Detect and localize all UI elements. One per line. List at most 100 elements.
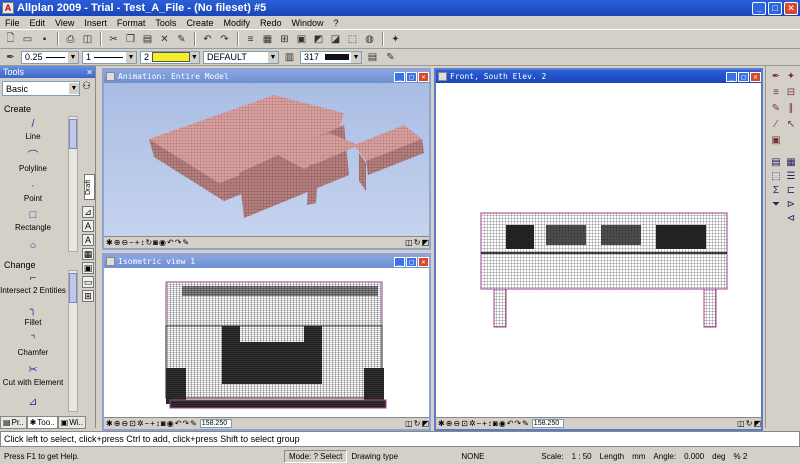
tab-tools[interactable]: ✱ Too..	[26, 416, 58, 429]
camera-icon[interactable]: ◙	[153, 238, 158, 247]
menu-view[interactable]: View	[50, 18, 79, 28]
zoom-out-icon[interactable]: ⊖	[121, 419, 128, 428]
forward-icon[interactable]: ↷	[175, 238, 182, 247]
window-minimize-button[interactable]: _	[726, 71, 737, 82]
isometric-window[interactable]: Isometric view 1 _ □ ✕ ✱ ⊕ ⊖ ⊡ ✲ − + ↕ ◙…	[102, 253, 431, 431]
palette-family-select[interactable]: Basic ▼	[2, 81, 80, 96]
brackets-icon[interactable]: ⊏	[784, 184, 798, 198]
angle-unit[interactable]: deg	[708, 452, 729, 461]
zoom-window-icon[interactable]: ⊡	[129, 419, 136, 428]
menu-format[interactable]: Format	[112, 18, 151, 28]
grid-tool-icon[interactable]: ⊞	[82, 290, 94, 302]
properties-icon[interactable]: ▣	[294, 32, 309, 47]
change-scrollbar[interactable]	[68, 270, 78, 412]
window-close-button[interactable]: ✕	[750, 71, 761, 82]
window-minimize-button[interactable]: _	[394, 256, 405, 267]
menu-tools[interactable]: Tools	[150, 18, 181, 28]
draft-tab[interactable]: Draft	[84, 174, 95, 200]
line-style-icon[interactable]: ⁄	[769, 118, 783, 132]
paste-icon[interactable]: ▤	[140, 32, 155, 47]
pan-icon[interactable]: ✱	[438, 419, 445, 428]
print-icon[interactable]: ⎙	[63, 32, 78, 47]
plus-icon[interactable]: +	[482, 419, 487, 428]
window-maximize-button[interactable]: □	[406, 71, 417, 82]
redo-icon[interactable]: ↷	[217, 32, 232, 47]
view-refresh-icon[interactable]: ↻	[414, 419, 421, 428]
angle-value[interactable]: 0.000	[680, 452, 708, 461]
zoom-window-icon[interactable]: ⊡	[461, 419, 468, 428]
pen-thickness-select[interactable]: 0.25 ▼	[21, 50, 79, 64]
hatch-icon[interactable]: ▥	[282, 50, 297, 65]
view-refresh-icon[interactable]: ↻	[746, 419, 753, 428]
triangle-tool[interactable]: ⊿	[0, 396, 66, 410]
window-minimize-button[interactable]: _	[394, 71, 405, 82]
zoom-in-icon[interactable]: ⊕	[114, 238, 121, 247]
minimize-button[interactable]: _	[752, 1, 766, 15]
zoom-icon[interactable]: −	[145, 419, 150, 428]
hatch-select[interactable]: 317 ▼	[300, 50, 362, 64]
select-icon[interactable]: ▤	[769, 156, 783, 170]
sum-icon[interactable]: Σ	[769, 184, 783, 198]
forward-icon[interactable]: ↷	[514, 419, 521, 428]
menu-edit[interactable]: Edit	[25, 18, 51, 28]
view-refresh-icon[interactable]: ↻	[414, 238, 421, 247]
drawing-type-value[interactable]: NONE	[457, 452, 537, 461]
cube-icon[interactable]: ⬚	[345, 32, 360, 47]
front-viewport[interactable]	[436, 83, 761, 417]
layer-stack-icon[interactable]: ≡	[769, 86, 783, 100]
zoom-icon[interactable]: −	[129, 238, 134, 247]
binoculars-icon[interactable]: ⚇	[82, 81, 91, 92]
window-close-button[interactable]: ✕	[418, 71, 429, 82]
grid-icon[interactable]: ⊞	[277, 32, 292, 47]
front-elevation-window[interactable]: Front, South Elev. 2 _ □ ✕ ✱ ⊕ ⊖ ⊡ ✲ − +…	[434, 68, 763, 431]
axis-icon[interactable]: ↕	[156, 419, 160, 428]
eye-icon[interactable]: ◉	[499, 419, 506, 428]
image-icon[interactable]: ▣	[82, 262, 94, 274]
view-options-icon[interactable]: ◫	[405, 419, 413, 428]
back-icon[interactable]: ↶	[507, 419, 514, 428]
menu-file[interactable]: File	[0, 18, 25, 28]
window-maximize-button[interactable]: □	[738, 71, 749, 82]
menu-help[interactable]: ?	[329, 18, 344, 28]
camera-icon[interactable]: ◙	[161, 419, 166, 428]
wizard-icon[interactable]: ✦	[388, 32, 403, 47]
cursor-icon[interactable]: ↖	[784, 118, 798, 132]
eye-icon[interactable]: ◉	[167, 419, 174, 428]
open-folder-icon[interactable]: ▭	[20, 32, 35, 47]
tab-wizards[interactable]: ▣ Wi..	[57, 416, 86, 429]
menu-insert[interactable]: Insert	[79, 18, 112, 28]
line-tool[interactable]: / Line	[0, 118, 66, 141]
view-render-icon[interactable]: ◩	[421, 419, 429, 428]
window-menu-icon[interactable]	[438, 72, 447, 81]
scroll-thumb[interactable]	[69, 273, 77, 303]
back-icon[interactable]: ↶	[167, 238, 174, 247]
format-painter-icon[interactable]: ✎	[174, 32, 189, 47]
sphere-icon[interactable]: ◍	[362, 32, 377, 47]
back-icon[interactable]: ↶	[175, 419, 182, 428]
eyedropper-icon[interactable]: ✒	[769, 70, 783, 84]
isometric-viewport[interactable]	[104, 268, 429, 417]
zoom-icon[interactable]: −	[477, 419, 482, 428]
animation-icon[interactable]: ◪	[328, 32, 343, 47]
light-icon[interactable]: ✎	[182, 238, 189, 247]
menu-window[interactable]: Window	[286, 18, 328, 28]
zoom-factor-field[interactable]: 158.250	[199, 419, 232, 428]
light-icon[interactable]: ✎	[522, 419, 529, 428]
view-render-icon[interactable]: ◩	[753, 419, 761, 428]
regen-icon[interactable]: ✲	[469, 419, 476, 428]
length-unit[interactable]: mm	[628, 452, 649, 461]
fileset-icon[interactable]: ▦	[260, 32, 275, 47]
polyline-tool[interactable]: ⌒ Polyline	[0, 150, 66, 173]
undo-icon[interactable]: ↶	[200, 32, 215, 47]
regen-icon[interactable]: ✲	[137, 419, 144, 428]
list-icon[interactable]: ☰	[784, 170, 798, 184]
print-preview-icon[interactable]: ◫	[80, 32, 95, 47]
menu-create[interactable]: Create	[181, 18, 218, 28]
maximize-button[interactable]: □	[768, 1, 782, 15]
scroll-thumb[interactable]	[69, 119, 77, 149]
hatch-tool-icon[interactable]: ▦	[82, 248, 94, 260]
layer-select[interactable]: DEFAULT ▼	[203, 50, 279, 64]
mode-indicator[interactable]: Mode: ? Select	[284, 449, 348, 463]
create-scrollbar[interactable]	[68, 116, 78, 252]
window-maximize-button[interactable]: □	[406, 256, 417, 267]
